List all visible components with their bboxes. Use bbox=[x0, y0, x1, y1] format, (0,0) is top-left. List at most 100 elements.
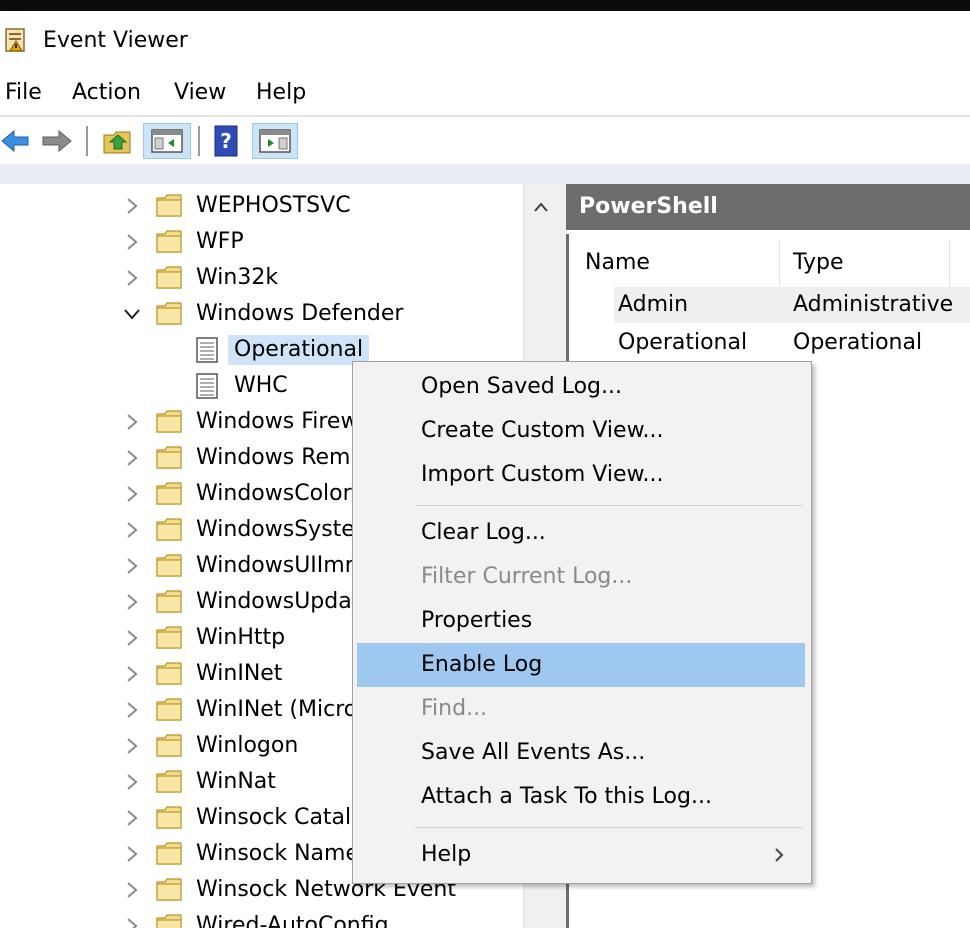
menu-clear-log[interactable]: Clear Log... bbox=[357, 511, 805, 555]
tree-item-label: WindowsUpda bbox=[196, 589, 352, 614]
folder-icon bbox=[156, 914, 182, 928]
log-icon bbox=[196, 373, 218, 399]
chevron-down-icon[interactable] bbox=[122, 304, 142, 324]
chevron-right-icon[interactable] bbox=[122, 232, 142, 252]
toolbar-separator bbox=[86, 126, 88, 156]
menu-find: Find... bbox=[357, 687, 805, 731]
back-icon bbox=[1, 129, 29, 153]
folder-icon bbox=[156, 734, 182, 757]
menu-item-label: Properties bbox=[421, 608, 533, 633]
folder-icon bbox=[156, 590, 182, 613]
menu-create-custom-view[interactable]: Create Custom View... bbox=[357, 409, 805, 453]
chevron-right-icon[interactable] bbox=[122, 880, 142, 900]
chevron-right-icon[interactable] bbox=[122, 808, 142, 828]
pane-title: PowerShell bbox=[579, 194, 718, 219]
menu-separator bbox=[415, 827, 803, 828]
column-divider[interactable] bbox=[779, 240, 780, 286]
menu-item-label: Create Custom View... bbox=[421, 418, 664, 443]
folder-icon bbox=[156, 626, 182, 649]
pane-header: PowerShell bbox=[566, 184, 970, 230]
tree-folder-item[interactable]: Windows Defender bbox=[0, 296, 523, 332]
chevron-right-icon[interactable] bbox=[122, 196, 142, 216]
tree-folder-item[interactable]: Win32k bbox=[0, 260, 523, 296]
tree-item-label: Wired-AutoConfig bbox=[196, 913, 389, 928]
menu-help[interactable]: Help bbox=[256, 78, 306, 108]
context-menu: Open Saved Log... Create Custom View... … bbox=[352, 361, 812, 884]
show-hide-action-pane-icon bbox=[259, 129, 291, 153]
help-button[interactable]: ? bbox=[208, 123, 244, 159]
forward-button[interactable] bbox=[38, 123, 74, 159]
chevron-right-icon[interactable] bbox=[122, 700, 142, 720]
chevron-right-icon bbox=[775, 848, 784, 862]
folder-icon bbox=[156, 698, 182, 721]
menu-view[interactable]: View bbox=[174, 78, 226, 108]
tree-item-label: WEPHOSTSVC bbox=[196, 193, 351, 218]
up-folder-icon bbox=[103, 131, 131, 154]
column-header-name[interactable]: Name bbox=[585, 248, 650, 278]
menu-attach-task[interactable]: Attach a Task To this Log... bbox=[357, 775, 805, 819]
tree-item-label: WindowsColor bbox=[196, 481, 352, 506]
folder-icon bbox=[156, 842, 182, 865]
tree-item-label: WFP bbox=[196, 229, 244, 254]
menu-item-label: Clear Log... bbox=[421, 520, 546, 545]
title-bar: Event Viewer bbox=[0, 11, 970, 71]
event-viewer-app-icon bbox=[5, 28, 25, 52]
tree-folder-item[interactable]: WFP bbox=[0, 224, 523, 260]
menu-filter-current-log: Filter Current Log... bbox=[357, 555, 805, 599]
menu-help[interactable]: Help bbox=[357, 833, 805, 877]
tree-folder-item[interactable]: Wired-AutoConfig bbox=[0, 908, 523, 928]
column-header-type[interactable]: Type bbox=[793, 248, 844, 278]
chevron-right-icon[interactable] bbox=[122, 592, 142, 612]
chevron-right-icon[interactable] bbox=[122, 412, 142, 432]
tree-item-label: Operational bbox=[228, 335, 370, 365]
tree-item-label: Winsock Catalo bbox=[196, 805, 365, 830]
back-button[interactable] bbox=[0, 123, 30, 159]
menu-enable-log[interactable]: Enable Log bbox=[357, 643, 805, 687]
menu-open-saved-log[interactable]: Open Saved Log... bbox=[357, 365, 805, 409]
column-divider[interactable] bbox=[949, 240, 950, 286]
toolbar-separator bbox=[198, 126, 200, 156]
menu-item-label: Help bbox=[421, 842, 472, 867]
show-hide-action-pane-button[interactable] bbox=[252, 123, 298, 159]
menu-item-label: Filter Current Log... bbox=[421, 564, 633, 589]
chevron-right-icon[interactable] bbox=[122, 448, 142, 468]
cell-name: Admin bbox=[618, 292, 689, 317]
folder-icon bbox=[156, 770, 182, 793]
menu-properties[interactable]: Properties bbox=[357, 599, 805, 643]
menu-item-label: Enable Log bbox=[421, 652, 543, 677]
menu-import-custom-view[interactable]: Import Custom View... bbox=[357, 453, 805, 497]
window-top-border bbox=[0, 0, 970, 11]
menu-file[interactable]: File bbox=[5, 78, 42, 108]
folder-icon bbox=[156, 518, 182, 541]
menu-action[interactable]: Action bbox=[72, 78, 141, 108]
up-folder-button[interactable] bbox=[100, 123, 136, 159]
cell-type: Administrative bbox=[793, 292, 954, 317]
chevron-right-icon[interactable] bbox=[122, 916, 142, 928]
chevron-right-icon[interactable] bbox=[122, 556, 142, 576]
chevron-right-icon[interactable] bbox=[122, 772, 142, 792]
chevron-right-icon[interactable] bbox=[122, 484, 142, 504]
tree-item-label: WinINet bbox=[196, 661, 283, 686]
chevron-right-icon[interactable] bbox=[122, 628, 142, 648]
folder-icon bbox=[156, 410, 182, 433]
tree-item-label: WindowsSyste bbox=[196, 517, 355, 542]
table-row[interactable]: Operational Operational bbox=[614, 325, 970, 361]
chevron-up-icon bbox=[533, 202, 548, 212]
chevron-right-icon[interactable] bbox=[122, 736, 142, 756]
svg-text:?: ? bbox=[220, 129, 232, 153]
chevron-right-icon[interactable] bbox=[122, 268, 142, 288]
tree-item-label: WHC bbox=[234, 373, 288, 398]
tree-item-label: Winlogon bbox=[196, 733, 299, 758]
chevron-right-icon[interactable] bbox=[122, 664, 142, 684]
tree-folder-item[interactable]: WEPHOSTSVC bbox=[0, 188, 523, 224]
menu-item-label: Import Custom View... bbox=[421, 462, 664, 487]
tree-item-label: WindowsUIImr bbox=[196, 553, 354, 578]
folder-icon bbox=[156, 302, 182, 325]
show-hide-tree-button[interactable] bbox=[143, 123, 191, 159]
scroll-up-button[interactable] bbox=[524, 192, 557, 222]
chevron-right-icon[interactable] bbox=[122, 844, 142, 864]
chevron-right-icon[interactable] bbox=[122, 520, 142, 540]
menu-save-all-events-as[interactable]: Save All Events As... bbox=[357, 731, 805, 775]
folder-icon bbox=[156, 266, 182, 289]
table-row[interactable]: Admin Administrative bbox=[614, 287, 970, 323]
